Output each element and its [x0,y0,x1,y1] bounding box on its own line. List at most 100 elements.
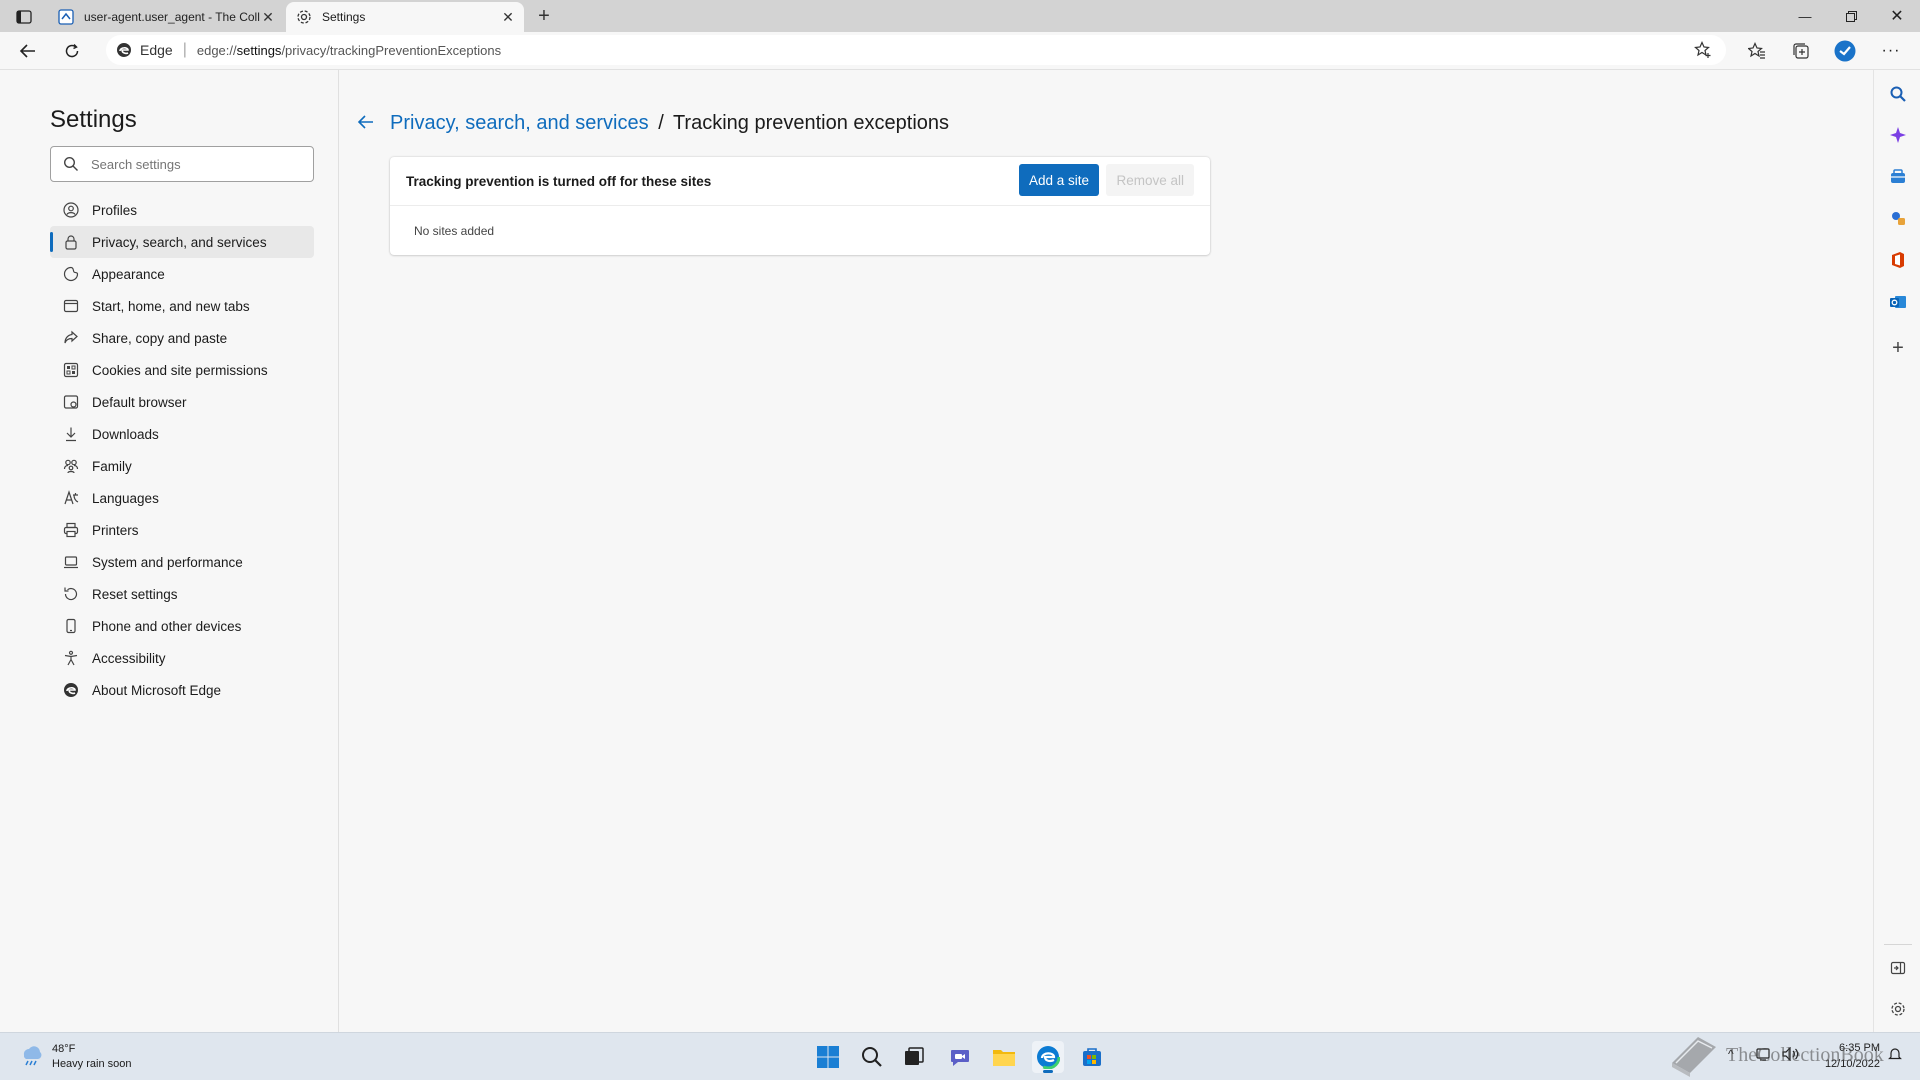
breadcrumb: Privacy, search, and services / Tracking… [390,112,949,135]
restore-button[interactable] [1828,0,1874,32]
sidebar-item-label: Reset settings [92,586,178,602]
sidebar-item-reset[interactable]: Reset settings [50,578,314,610]
empty-state-text: No sites added [414,224,495,238]
sidebar-item-label: Phone and other devices [92,618,242,634]
sidebar-item-label: Default browser [92,394,187,410]
sidebar-item-start-home[interactable]: Start, home, and new tabs [50,290,314,322]
sparkle-icon[interactable] [1888,125,1908,145]
weather-widget[interactable]: 48°F Heavy rain soon [18,1041,132,1072]
remove-all-button: Remove all [1106,164,1194,196]
cookies-icon [62,361,80,379]
settings-nav-list: Profiles Privacy, search, and services A… [50,194,314,706]
store-icon[interactable] [1076,1041,1108,1073]
profile-avatar[interactable] [1834,40,1856,62]
page-title: Tracking prevention exceptions [672,112,950,134]
search-settings-field[interactable] [50,146,314,182]
languages-icon [62,489,80,507]
book-icon [1672,1037,1716,1077]
edge-sidebar: + [1873,70,1920,1032]
taskbar: 48°F Heavy rain soon ^ 6:35 PM 12/10/202… [0,1032,1920,1080]
sidebar-item-about[interactable]: About Microsoft Edge [50,674,314,706]
page-favicon-icon [58,9,74,25]
sidebar-item-appearance[interactable]: Appearance [50,258,314,290]
back-arrow-icon[interactable] [356,112,376,132]
home-tabs-icon [62,297,80,315]
tab-settings[interactable]: Settings ✕ [286,2,524,32]
add-sidebar-app-icon[interactable]: + [1888,337,1908,359]
favorites-icon[interactable] [1746,40,1768,62]
site-identity-label: Edge [140,42,173,58]
sidebar-item-privacy[interactable]: Privacy, search, and services [50,226,314,258]
tab-title: user-agent.user_agent - The Coll [84,10,260,24]
close-window-button[interactable]: ✕ [1874,0,1920,32]
sidebar-item-label: Cookies and site permissions [92,362,268,378]
rain-icon [18,1041,44,1072]
sidebar-item-label: Accessibility [92,650,166,666]
add-favorite-icon[interactable] [1694,41,1712,59]
url-text: edge://settings/privacy/trackingPreventi… [196,42,502,58]
sidebar-item-family[interactable]: Family [50,450,314,482]
sidebar-item-label: Printers [92,522,139,538]
sidebar-item-profiles[interactable]: Profiles [50,194,314,226]
new-tab-button[interactable]: + [532,4,556,28]
tab-user-agent[interactable]: user-agent.user_agent - The Coll ✕ [48,2,284,32]
sidebar-item-label: Profiles [92,202,138,218]
sidebar-item-label: Start, home, and new tabs [92,298,250,314]
printer-icon [62,521,80,539]
search-icon[interactable] [1888,84,1908,104]
sidebar-item-system[interactable]: System and performance [50,546,314,578]
close-tab-icon[interactable]: ✕ [500,9,516,25]
shopping-icon[interactable] [1888,167,1908,187]
weather-temperature: 48°F [52,1042,76,1055]
collections-icon[interactable] [1790,40,1812,62]
sidebar-item-share[interactable]: Share, copy and paste [50,322,314,354]
sidebar-item-printers[interactable]: Printers [50,514,314,546]
minimize-button[interactable]: — [1782,0,1828,32]
refresh-button[interactable] [58,39,86,63]
teams-chat-icon[interactable] [944,1041,976,1073]
office-icon[interactable] [1888,250,1908,270]
task-view-icon[interactable] [898,1041,930,1073]
more-menu-icon[interactable]: ··· [1880,40,1902,62]
edge-logo-icon [116,42,132,58]
address-toolbar: Edge | edge://settings/privacy/trackingP… [0,32,1920,70]
sidebar-item-label: System and performance [92,554,243,570]
sidebar-item-label: Privacy, search, and services [92,234,267,250]
url-separator: | [182,41,187,58]
tab-actions-icon[interactable] [10,6,38,28]
gear-icon[interactable] [1888,999,1908,1019]
sidebar-item-label: Appearance [92,266,165,282]
breadcrumb-parent-link[interactable]: Privacy, search, and services [390,112,649,134]
sidebar-item-cookies[interactable]: Cookies and site permissions [50,354,314,386]
sidebar-item-accessibility[interactable]: Accessibility [50,642,314,674]
tab-strip: user-agent.user_agent - The Coll ✕ Setti… [0,0,1920,32]
download-icon [62,425,80,443]
card-title: Tracking prevention is turned off for th… [406,173,712,189]
sidebar-item-phone[interactable]: Phone and other devices [50,610,314,642]
search-icon [63,156,79,172]
edge-taskbar-icon[interactable] [1032,1041,1064,1073]
taskbar-search-icon[interactable] [856,1041,888,1073]
default-browser-icon [62,393,80,411]
watermark: TheCollectionBook [1668,1030,1898,1080]
search-input[interactable] [91,156,301,172]
breadcrumb-separator: / [658,112,664,134]
watermark-text: TheCollectionBook [1726,1043,1884,1066]
sidebar-item-default-browser[interactable]: Default browser [50,386,314,418]
file-explorer-icon[interactable] [988,1041,1020,1073]
weather-description: Heavy rain soon [52,1057,132,1070]
close-tab-icon[interactable]: ✕ [260,9,276,25]
profile-icon [62,201,80,219]
address-bar[interactable]: Edge | edge://settings/privacy/trackingP… [106,35,1726,65]
tools-icon[interactable] [1888,208,1908,228]
sidebar-item-downloads[interactable]: Downloads [50,418,314,450]
add-site-button[interactable]: Add a site [1018,164,1099,196]
back-button[interactable] [14,39,42,63]
share-icon [62,329,80,347]
start-button[interactable] [812,1041,844,1073]
appearance-icon [62,265,80,283]
sidebar-item-languages[interactable]: Languages [50,482,314,514]
hide-sidebar-icon[interactable] [1888,958,1908,978]
sidebar-item-label: Downloads [92,426,159,442]
outlook-icon[interactable] [1888,292,1908,312]
